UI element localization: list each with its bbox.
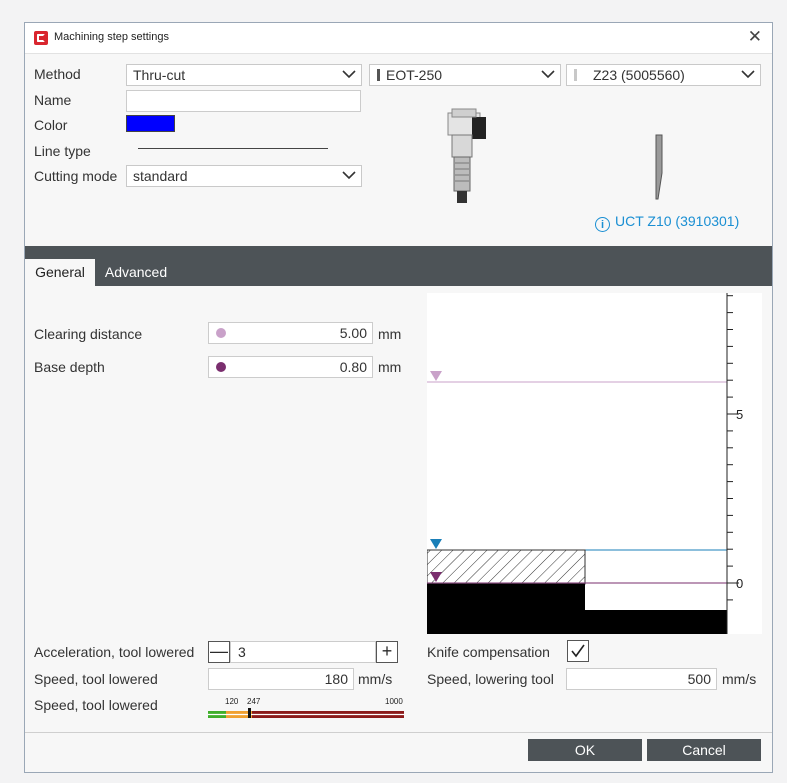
lowering-speed-unit: mm/s [722,671,757,687]
lowering-speed-label: Speed, lowering tool [427,671,554,687]
chevron-down-icon [342,70,356,79]
close-icon[interactable]: ✕ [748,27,762,47]
blade-info-text: UCT Z10 (3910301) [615,213,740,229]
base-depth-field[interactable]: 0.80 [208,356,373,378]
increase-button[interactable]: + [376,641,398,663]
chevron-down-icon [741,70,755,79]
lowering-speed-field[interactable]: 500 [566,668,717,690]
base-depth-value: 0.80 [339,359,367,375]
dialog-title: Machining step settings [54,31,169,43]
material-layer [427,549,586,585]
cancel-button[interactable]: Cancel [647,739,761,761]
cutting-mode-value: standard [133,168,188,184]
footer-divider [25,732,772,733]
ok-button[interactable]: OK [528,739,642,761]
base-depth-unit: mm [378,359,402,375]
tab-advanced[interactable]: Advanced [95,259,177,286]
knife-compensation-checkbox[interactable] [567,640,589,662]
cutting-mode-select[interactable]: standard [126,165,362,187]
lowering-speed-value: 500 [687,671,711,687]
speed-lowered-unit: mm/s [358,671,393,687]
blade-value: Z23 (5005560) [593,67,685,83]
speed-bar-label: Speed, tool lowered [34,697,158,713]
info-icon: i [595,217,610,232]
chevron-down-icon [342,171,356,180]
speed-lowered-label: Speed, tool lowered [34,671,158,687]
decrease-button[interactable]: — [208,641,230,663]
base-depth-dot-icon [216,362,226,372]
scale-label-5: 5 [736,407,743,422]
blade-icon [574,69,577,81]
tool-value: EOT-250 [386,67,443,83]
clearing-distance-field[interactable]: 5.00 [208,322,373,344]
speed-tick-1000: 1000 [385,697,403,706]
title-bar: Machining step settings ✕ [25,23,772,54]
checkmark-icon [571,644,585,658]
speed-lowered-field[interactable]: 180 [208,668,354,690]
method-select[interactable]: Thru-cut [126,64,362,86]
color-swatch[interactable] [126,115,175,132]
speed-marker[interactable] [248,708,251,718]
blade-select[interactable]: Z23 (5005560) [566,64,761,86]
acceleration-label: Acceleration, tool lowered [34,644,195,660]
tool-select[interactable]: EOT-250 [369,64,561,86]
speed-lowered-value: 180 [324,671,348,687]
blade-info-link[interactable]: i UCT Z10 (3910301) [595,213,739,232]
cut-depth-preview: 5 0 [427,293,762,634]
blade-image [655,134,663,200]
app-logo-icon [34,31,48,45]
knife-compensation-label: Knife compensation [427,644,550,660]
speed-tick-247: 247 [247,697,261,706]
color-label: Color [34,117,68,133]
line-type-sample[interactable] [138,148,328,149]
tab-general[interactable]: General [25,259,95,286]
method-label: Method [34,66,81,82]
scale-label-0: 0 [736,576,743,591]
line-type-label: Line type [34,143,91,159]
minus-icon: — [210,641,228,661]
speed-range-bar[interactable] [208,705,404,718]
plus-icon: + [381,641,393,661]
base-depth-label: Base depth [34,359,105,375]
clearing-distance-unit: mm [378,326,402,342]
speed-tick-120: 120 [225,697,239,706]
chevron-down-icon [541,70,555,79]
name-label: Name [34,92,72,108]
clearing-distance-label: Clearing distance [34,326,143,342]
clearing-distance-value: 5.00 [339,325,367,341]
tab-bar: General Advanced [25,246,772,286]
clearing-dot-icon [216,328,226,338]
machining-step-dialog: Machining step settings ✕ Method Thru-cu… [24,22,773,773]
method-value: Thru-cut [133,67,186,83]
acceleration-value: 3 [238,644,246,660]
name-field[interactable] [126,90,361,112]
tool-icon [377,69,380,81]
cutting-mode-label: Cutting mode [34,168,118,184]
tool-image [447,108,486,203]
acceleration-field[interactable]: 3 [230,641,376,663]
